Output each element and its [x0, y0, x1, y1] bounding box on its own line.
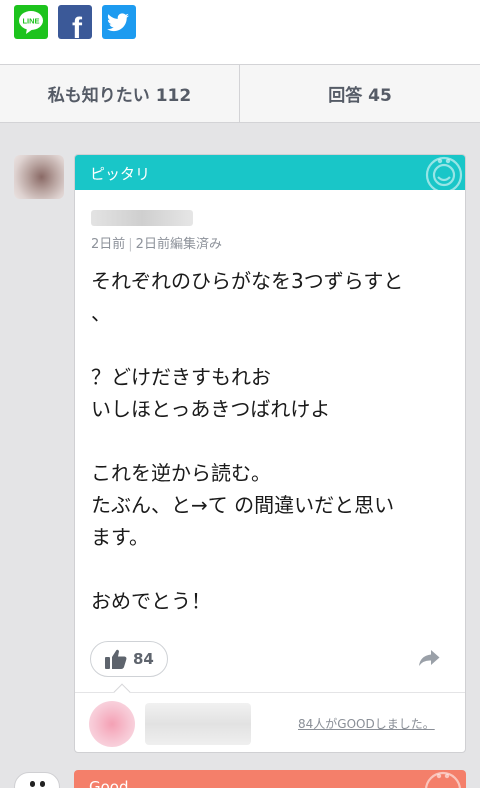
- liked-by-link[interactable]: 84人がGOODしました。: [298, 715, 435, 732]
- answer-line: たぶん、と→て の間違いだと思い: [91, 493, 395, 517]
- answer-line: いしほとっあきつばれけよ: [91, 397, 331, 421]
- smile-badge-icon: [425, 771, 461, 788]
- answer-card-header-label: ピッタリ: [90, 165, 151, 183]
- facebook-share-button[interactable]: f: [58, 5, 92, 39]
- line-share-button[interactable]: LINE: [14, 5, 48, 39]
- share-arrow-icon[interactable]: [418, 649, 440, 667]
- answer-line: ます。: [91, 525, 149, 549]
- answer-line: ？どけだきすもれお: [91, 365, 271, 389]
- twitter-share-button[interactable]: [102, 5, 136, 39]
- answer-line: [91, 425, 453, 457]
- answer-line: [91, 329, 453, 361]
- next-answer-header-label: Good: [89, 778, 129, 788]
- avatar-eye: [30, 781, 35, 787]
- line-icon: LINE: [19, 11, 43, 34]
- answer-line: おめでとう！: [91, 589, 211, 613]
- smile-badge-icon: [425, 156, 463, 190]
- answer-card: ピッタリ 2日前 | 2日前編集済み それぞれのひらがなを3つずらすと 、 ？どけだ…: [74, 154, 466, 753]
- next-answer-card: Good: [74, 770, 466, 788]
- answerer-name-blurred: [91, 210, 193, 226]
- good-button[interactable]: 84: [90, 641, 168, 677]
- thumbs-up-icon: [105, 649, 127, 669]
- answer-line: それぞれのひらがなを3つずらすと: [91, 269, 404, 293]
- answer-line: これを逆から読む。: [91, 461, 271, 485]
- answerer-avatar[interactable]: [14, 155, 64, 199]
- answer-line: 、: [91, 301, 111, 325]
- good-count: 84: [133, 650, 154, 668]
- meta-separator: |: [128, 237, 133, 252]
- answer-body: それぞれのひらがなを3つずらすと 、 ？どけだきすもれお いしほとっあきつばれけ…: [91, 265, 453, 617]
- card-footer-divider: [75, 692, 465, 693]
- tab-want-to-know[interactable]: 私も知りたい 112: [0, 65, 239, 122]
- tab-answers-label: 回答 45: [328, 86, 392, 106]
- tab-bar: 私も知りたい 112 回答 45: [0, 64, 480, 123]
- tab-want-to-know-label: 私も知りたい 112: [47, 86, 192, 106]
- answer-posted-time: 2日前: [91, 237, 126, 252]
- facebook-icon-glyph: f: [72, 12, 83, 39]
- share-bar: LINE f: [0, 0, 480, 64]
- liker-names-blurred: [145, 703, 251, 745]
- card-footer-notch: [113, 683, 131, 701]
- answer-edited-time: 2日前編集済み: [135, 237, 222, 252]
- answer-card-header: ピッタリ: [75, 155, 465, 190]
- twitter-icon: [107, 13, 129, 32]
- next-answerer-avatar[interactable]: [14, 772, 60, 788]
- facebook-icon: f: [72, 12, 83, 39]
- answer-meta: 2日前 | 2日前編集済み: [91, 233, 222, 252]
- tab-answers[interactable]: 回答 45: [240, 65, 480, 122]
- answer-line: [91, 553, 453, 585]
- avatar-eye: [40, 781, 45, 787]
- liker-avatar[interactable]: [89, 701, 135, 747]
- line-icon-label: LINE: [22, 17, 39, 26]
